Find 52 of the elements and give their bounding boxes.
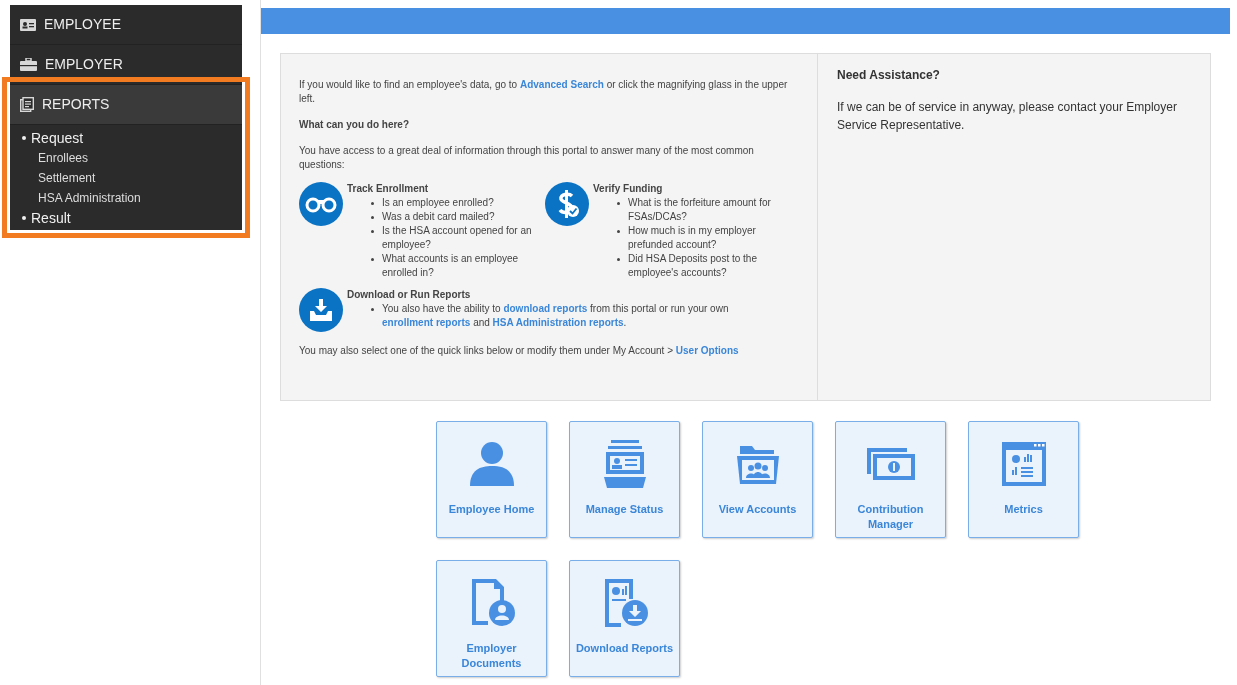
bullet-text: Is the HSA account opened for an employee?: [382, 224, 533, 252]
bullet-text: You also have the ability to download reports from this portal or run your own enrollment reports and HSA Administration reports.: [382, 302, 730, 330]
download-tray-icon: [299, 288, 343, 332]
bullet-text: Was a debit card mailed?: [382, 210, 495, 224]
briefcase-icon: [20, 58, 37, 71]
quick-link-tile[interactable]: Contribution Manager: [835, 421, 946, 538]
bullet-text: How much is in my employer prefunded account?: [628, 224, 757, 252]
sidebar-subitem[interactable]: Settlement: [10, 168, 242, 188]
quick-link-tile[interactable]: Employer Documents: [436, 560, 547, 677]
sidebar-item[interactable]: REPORTS: [10, 85, 242, 125]
bullet-icon: [617, 202, 620, 205]
footer-text: You may also select one of the quick links below or modify them under My Account > User Options: [299, 344, 740, 358]
bullet-text: What is the forfeiture amount for FSAs/DCAs?: [628, 196, 772, 224]
sidebar-subitem[interactable]: Request: [31, 128, 84, 148]
sidebar-subitem[interactable]: Result: [31, 208, 71, 228]
bullet-text: Is an employee enrolled?: [382, 196, 494, 210]
assistance-title: Need Assistance?: [837, 67, 941, 84]
quick-link-tile[interactable]: Manage Status: [569, 421, 680, 538]
section-heading: What can you do here?: [299, 118, 410, 132]
link[interactable]: enrollment reports: [382, 317, 471, 328]
bullet-text: What accounts is an employee enrolled in?: [382, 252, 520, 280]
id-card-icon: [20, 18, 36, 31]
bullet-text: Did HSA Deposits post to the employee's accounts?: [628, 252, 758, 280]
bullet-icon: [22, 136, 26, 140]
link[interactable]: User Options: [675, 345, 739, 356]
bullet-icon: [371, 202, 374, 205]
bullet-icon: [617, 258, 620, 261]
feature-title: Verify Funding: [593, 182, 664, 196]
quick-link-tile[interactable]: View Accounts: [702, 421, 813, 538]
assistance-text: If we can be of service in anyway, please contact your Employer Service Representative.: [837, 99, 1178, 134]
intro-text: If you would like to find an employee's data, go to Advanced Search or click the magnifying glass in the upper left.: [299, 78, 789, 106]
bullet-icon: [371, 230, 374, 233]
document-icon: [20, 97, 34, 112]
dollar-check-icon: [545, 182, 589, 226]
bullet-icon: [22, 216, 26, 220]
feature-title: Download or Run Reports: [347, 288, 472, 302]
bullet-icon: [371, 258, 374, 261]
bullet-icon: [371, 216, 374, 219]
access-text: You have access to a great deal of information through this portal to answer many of the most common questions:: [299, 144, 755, 172]
sidebar-subitem[interactable]: Enrollees: [10, 148, 242, 168]
quick-link-tile[interactable]: Employee Home: [436, 421, 547, 538]
sidebar-item[interactable]: EMPLOYEE: [10, 5, 242, 45]
feature-title: Track Enrollment: [347, 182, 430, 196]
binoculars-icon: [299, 182, 343, 226]
link[interactable]: download reports: [503, 303, 588, 314]
bullet-icon: [617, 230, 620, 233]
link[interactable]: HSA Administration reports: [492, 317, 624, 328]
sidebar-subitem[interactable]: HSA Administration: [10, 188, 242, 208]
link[interactable]: Advanced Search: [519, 79, 604, 90]
quick-link-tile[interactable]: Download Reports: [569, 560, 680, 677]
bullet-icon: [371, 308, 374, 311]
quick-link-tile[interactable]: Metrics: [968, 421, 1079, 538]
